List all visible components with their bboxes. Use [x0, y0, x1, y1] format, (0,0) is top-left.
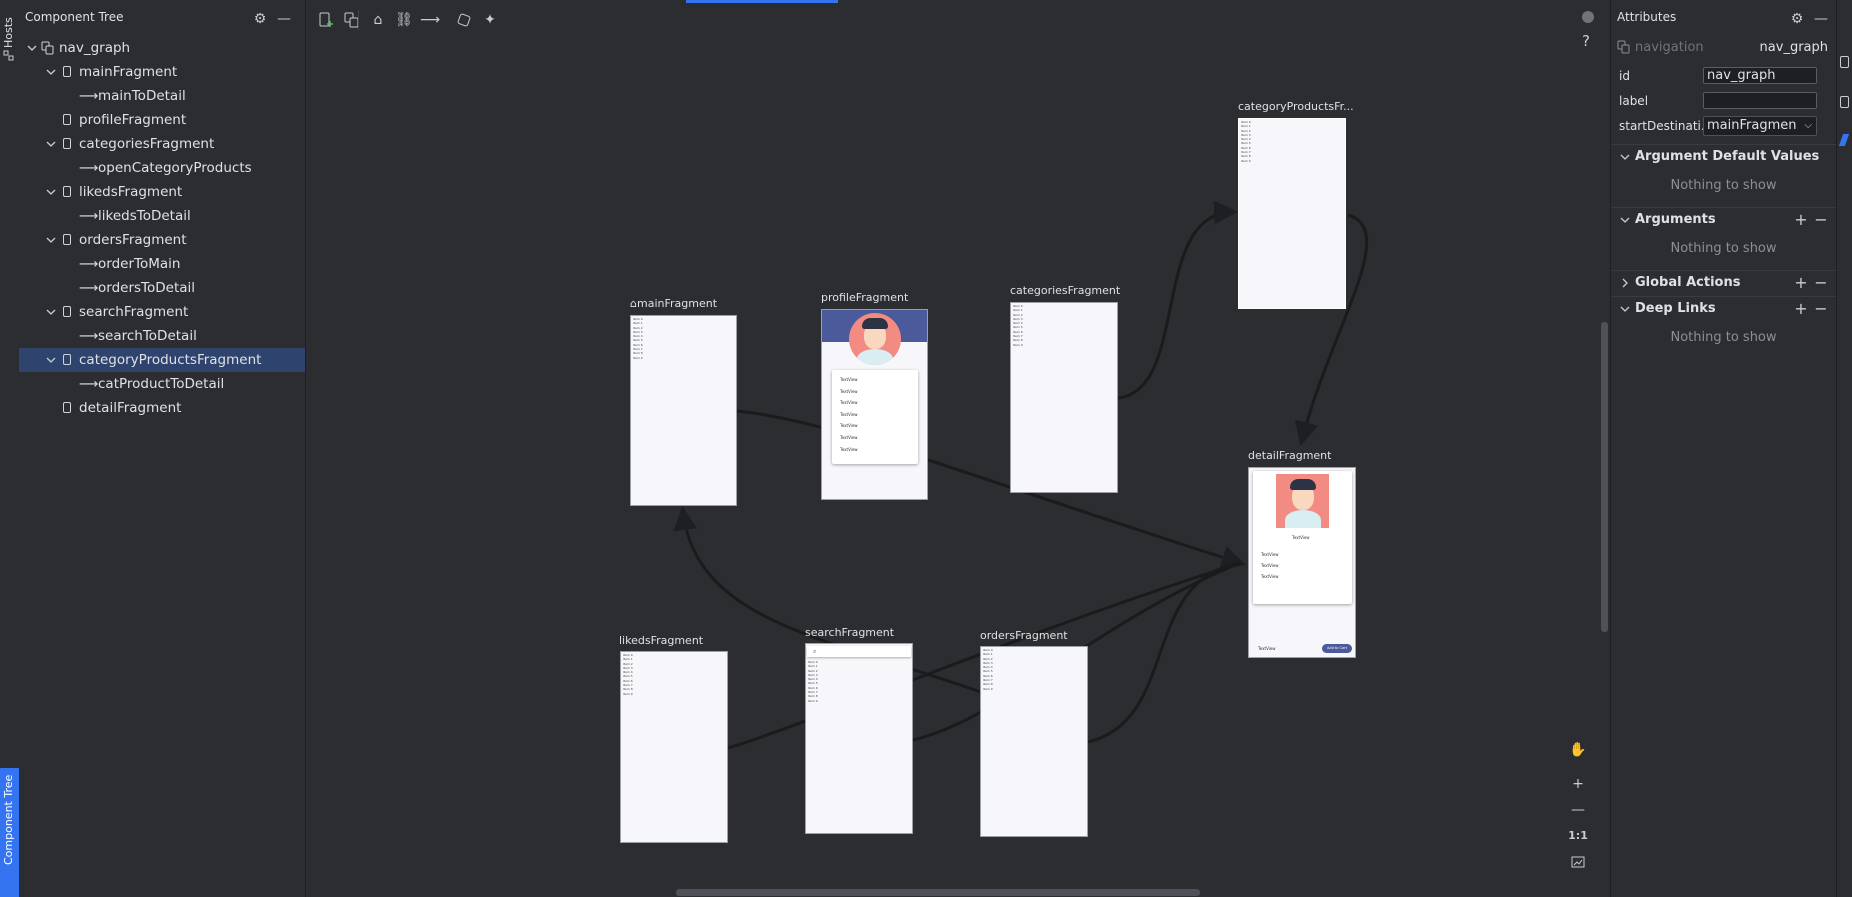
list-item: TextView	[1261, 574, 1279, 579]
add-argument-button[interactable]: +	[1793, 208, 1809, 232]
chevron-down-icon	[1620, 306, 1630, 312]
fragment-orders[interactable]: Item 0 Item 1 Item 2 Item 3 Item 4 Item 5 Item…	[980, 646, 1088, 837]
fragment-likeds[interactable]: Item 0 Item 1 Item 2 Item 3 Item 4 Item 5 Item…	[620, 651, 728, 843]
id-field[interactable]: nav_graph	[1703, 67, 1817, 84]
list-item: TextView	[840, 400, 858, 406]
section-global-actions[interactable]: Global Actions + −	[1611, 271, 1836, 295]
fragment-title-detail: detailFragment	[1248, 449, 1332, 462]
zoom-fit-icon[interactable]	[1565, 850, 1591, 874]
list-item: Item 9	[633, 355, 643, 360]
component-type-label: navigation	[1635, 40, 1704, 55]
list-item: Item 9	[1013, 342, 1023, 347]
list-item: TextView	[1261, 563, 1279, 568]
fragment-main-list: Item 0 Item 1 Item 2 Item 3 Item 4 Item 5 Item…	[631, 316, 736, 361]
nested-graph-icon	[1617, 40, 1631, 58]
argument-defaults-empty: Nothing to show	[1670, 178, 1777, 193]
list-item: Item 9	[623, 691, 633, 696]
add-deep-link-button[interactable]: +	[1793, 297, 1809, 321]
list-item: Item 9	[983, 686, 993, 691]
layout-icon[interactable]	[1840, 96, 1849, 108]
section-arguments[interactable]: Arguments + −	[1611, 208, 1836, 232]
pan-hand-icon[interactable]: ✋	[1565, 738, 1591, 762]
fragment-orders-list: Item 0 Item 1 Item 2 Item 3 Item 4 Item 5 Item…	[981, 647, 1087, 692]
fragment-category-products-list: Item 0 Item 1 Item 2 Item 3 Item 4 Item 5 Item…	[1239, 119, 1345, 164]
list-item: TextView	[840, 434, 858, 440]
arrow-orders-to-detail	[1087, 561, 1241, 744]
fragment-search-list: Item 0 Item 1 Item 2 Item 3 Item 4 Item 5 Item…	[806, 659, 912, 704]
label-label: label	[1619, 94, 1649, 108]
attributes-title: Attributes	[1617, 10, 1677, 24]
fragment-title-category-products: categoryProductsFr...	[1238, 100, 1354, 113]
profile-avatar	[849, 313, 901, 365]
fragment-title-likeds: likedsFragment	[619, 634, 704, 647]
zoom-out-icon[interactable]: —	[1565, 798, 1591, 822]
arrow-main-to-detail	[736, 409, 1246, 569]
remove-deep-link-button[interactable]: −	[1813, 297, 1829, 321]
list-item: Item 9	[1241, 158, 1251, 163]
add-to-cart-button[interactable]: Add to Cart	[1322, 644, 1352, 653]
arguments-empty: Nothing to show	[1670, 241, 1777, 256]
start-destination-label: startDestinati...	[1619, 119, 1713, 133]
fragment-search[interactable]: ⌕ Item 0 Item 1 Item 2 Item 3 Item 4 Item 5 It…	[805, 643, 913, 834]
edit-icon[interactable]	[1838, 134, 1850, 146]
list-item: TextView	[840, 423, 858, 429]
right-tool-stripe	[1836, 0, 1852, 897]
remove-argument-button[interactable]: −	[1813, 208, 1829, 232]
zoom-in-icon[interactable]: +	[1565, 772, 1591, 796]
detail-price: TextView	[1258, 646, 1276, 651]
section-deep-links[interactable]: Deep Links + −	[1611, 297, 1836, 321]
horizontal-scrollbar[interactable]	[676, 889, 1200, 896]
chevron-right-icon	[1622, 278, 1628, 288]
fragment-category-products[interactable]: Item 0 Item 1 Item 2 Item 3 Item 4 Item 5 Item…	[1238, 118, 1346, 309]
search-icon: ⌕	[813, 648, 817, 655]
chevron-down-icon	[1620, 217, 1630, 223]
detail-name: TextView	[1292, 535, 1310, 540]
start-destination-value: mainFragmen	[1707, 118, 1797, 133]
list-item: TextView	[840, 377, 858, 382]
fragment-categories[interactable]: Item 0 Item 1 Item 2 Item 3 Item 4 Item 5 Item…	[1010, 302, 1118, 493]
fragment-likeds-list: Item 0 Item 1 Item 2 Item 3 Item 4 Item 5 Item…	[621, 652, 727, 697]
deep-links-empty: Nothing to show	[1670, 330, 1777, 345]
start-destination-select[interactable]: mainFragmen ⌵	[1703, 116, 1817, 136]
remove-global-action-button[interactable]: −	[1813, 271, 1829, 295]
list-item: TextView	[840, 388, 858, 394]
list-item: TextView	[840, 446, 858, 452]
list-item: Item 9	[808, 698, 818, 703]
search-bar: ⌕	[807, 646, 911, 657]
fragment-title-main: ⌂mainFragment	[630, 297, 718, 310]
label-field[interactable]	[1703, 92, 1817, 109]
fragment-title-categories: categoriesFragment	[1010, 284, 1121, 297]
detail-image	[1276, 474, 1329, 528]
fragment-title-search: searchFragment	[805, 626, 895, 639]
id-label: id	[1619, 69, 1630, 83]
vertical-scrollbar[interactable]	[1601, 322, 1608, 632]
zoom-actual-size-button[interactable]: 1:1	[1565, 824, 1591, 848]
detail-lines: TextView TextView TextView	[1261, 549, 1279, 582]
start-home-icon: ⌂	[630, 297, 637, 310]
device-icon[interactable]	[1840, 56, 1849, 68]
add-global-action-button[interactable]: +	[1793, 271, 1809, 295]
fragment-categories-list: Item 0 Item 1 Item 2 Item 3 Item 4 Item 5 Item…	[1011, 303, 1117, 348]
section-argument-defaults[interactable]: Argument Default Values	[1611, 145, 1836, 169]
gear-icon[interactable]: ⚙	[1787, 9, 1807, 29]
list-item: TextView	[840, 411, 858, 417]
attributes-panel: Attributes ⚙ — navigation nav_graph id n…	[1610, 0, 1836, 897]
fragment-main[interactable]: Item 0 Item 1 Item 2 Item 3 Item 4 Item 5 Item…	[630, 315, 737, 506]
minimize-icon[interactable]: —	[1811, 9, 1831, 29]
arrow-categories-to-catproducts	[1117, 200, 1238, 400]
fragment-profile[interactable]: TextView TextView TextView TextView TextView…	[821, 309, 928, 500]
fragment-title-orders: ordersFragment	[980, 629, 1068, 642]
fragment-title-profile: profileFragment	[821, 291, 909, 304]
component-type-value: nav_graph	[1759, 40, 1828, 55]
profile-card: TextView TextView TextView TextView TextView…	[832, 370, 918, 464]
fragment-detail[interactable]: TextView TextView TextView TextView TextVi…	[1248, 467, 1356, 658]
chevron-down-icon: ⌵	[1804, 120, 1812, 131]
detail-card: TextView TextView TextView TextView	[1253, 471, 1352, 604]
list-item: TextView	[1261, 552, 1279, 557]
chevron-down-icon	[1620, 154, 1630, 160]
